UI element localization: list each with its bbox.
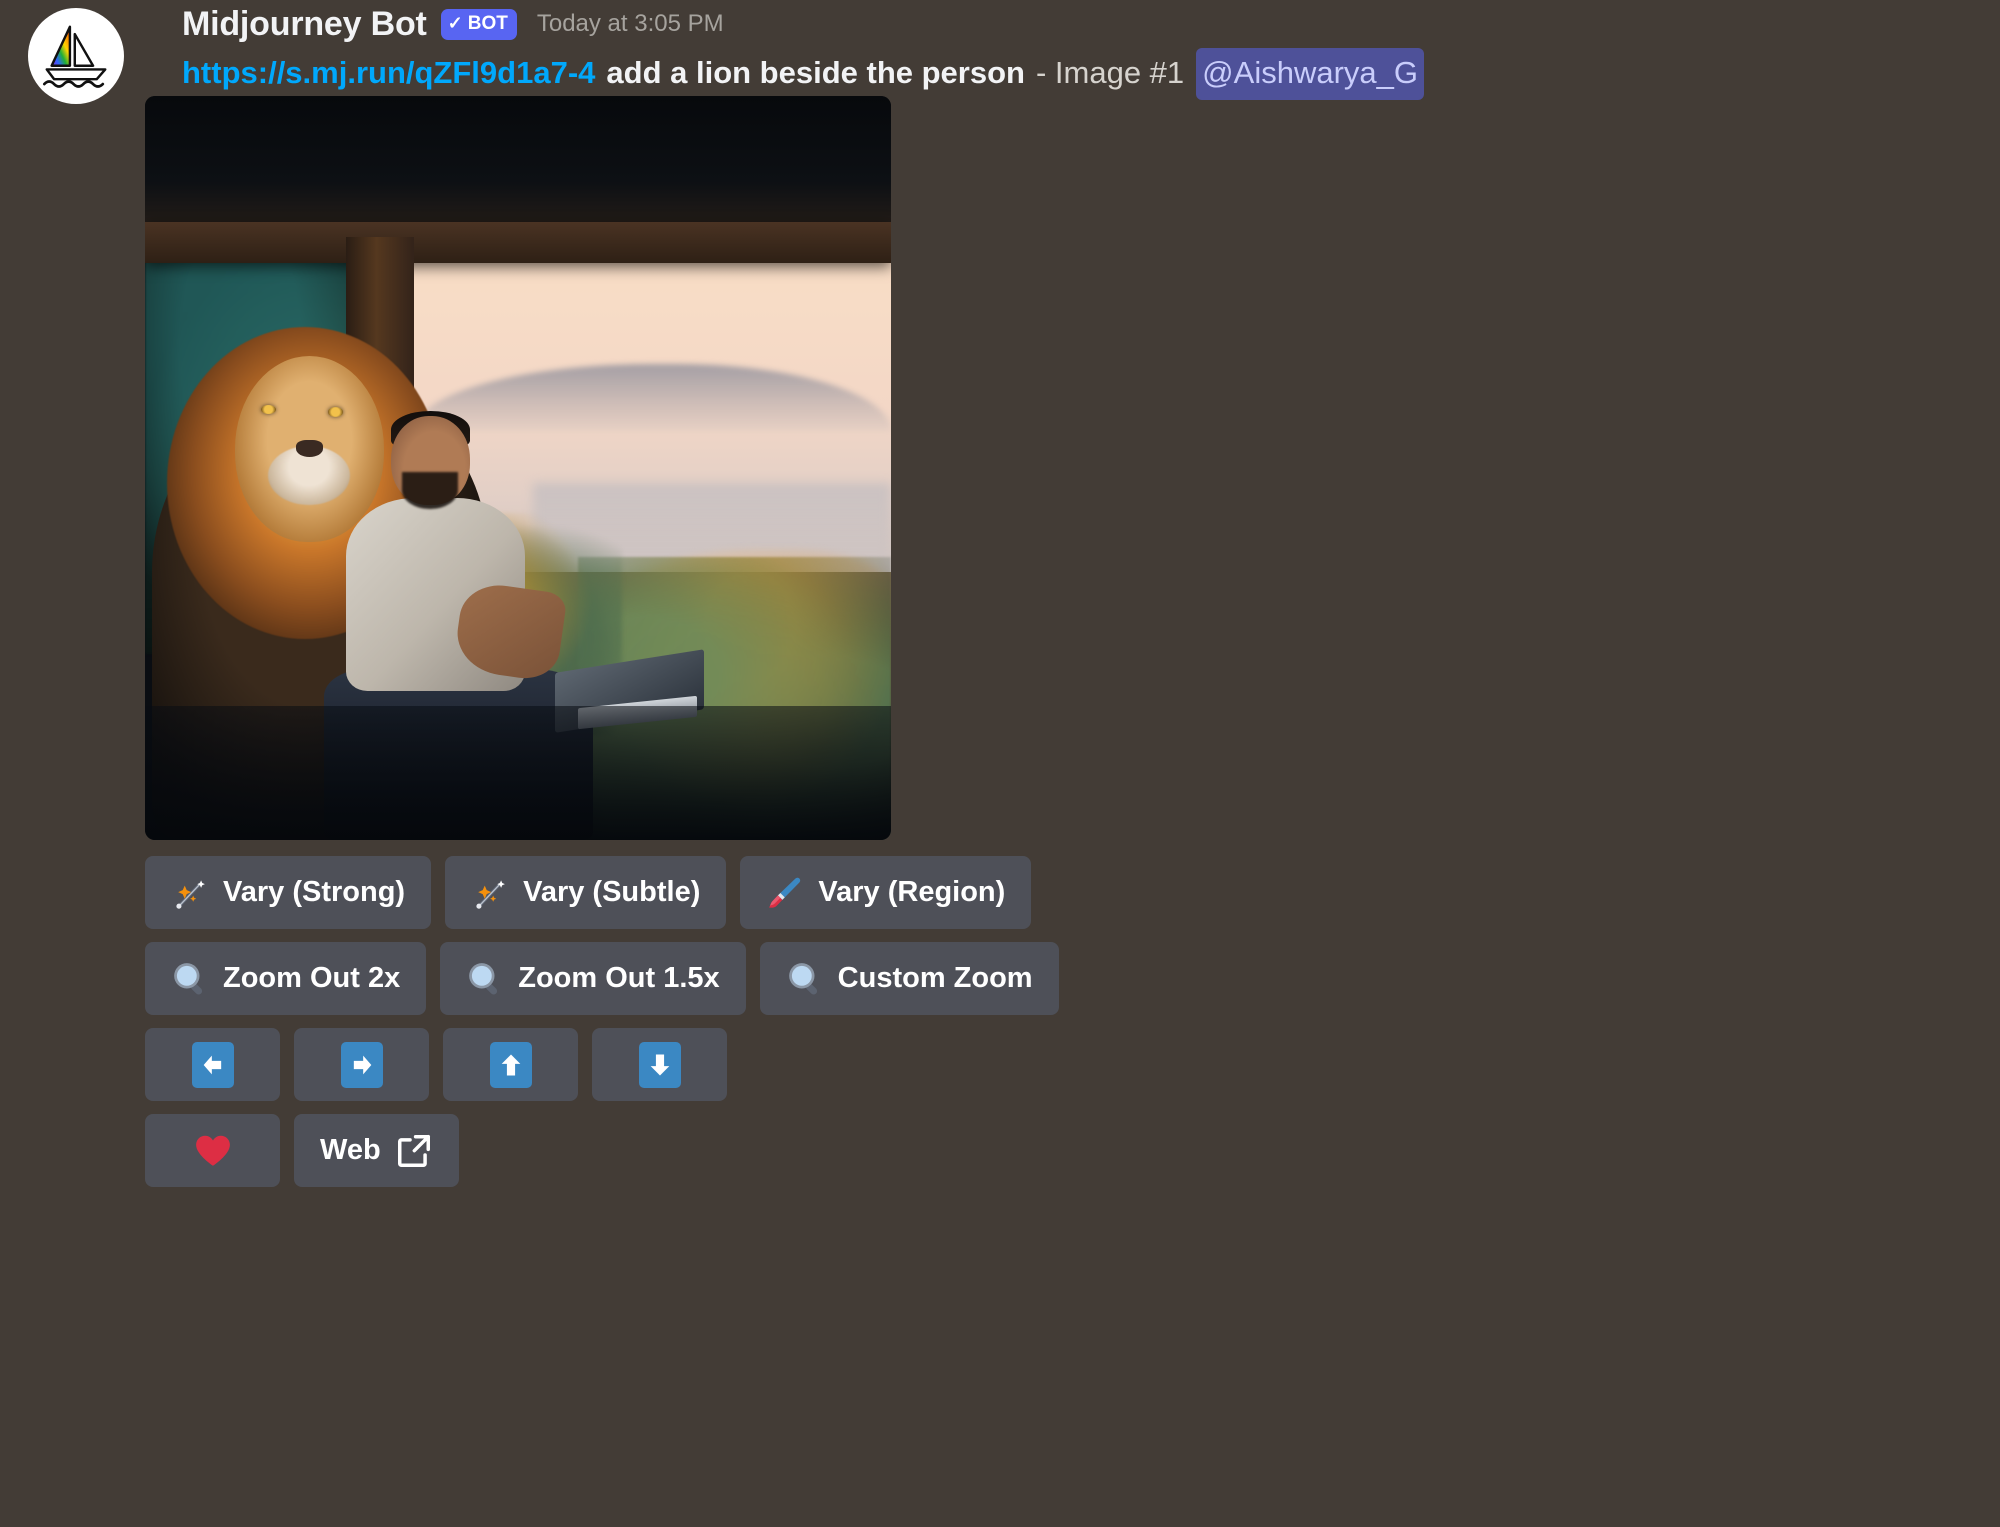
midjourney-sailboat-icon (37, 17, 115, 95)
discord-bot-message: Midjourney Bot ✓ BOT Today at 3:05 PM ht… (0, 0, 2000, 1527)
bot-badge-label: BOT (467, 12, 508, 34)
pan-up-button[interactable] (443, 1028, 578, 1101)
author-name[interactable]: Midjourney Bot (182, 4, 427, 44)
pan-right-button[interactable] (294, 1028, 429, 1101)
button-row-pan (145, 1028, 1059, 1101)
button-row-zoom: Zoom Out 2x Zoom Out 1.5x Custom Zoom (145, 942, 1059, 1015)
user-mention[interactable]: @Aishwarya_G (1196, 48, 1424, 100)
image-scene (145, 96, 891, 840)
favorite-button[interactable] (145, 1114, 280, 1187)
avatar[interactable] (28, 8, 124, 104)
magnifying-glass-icon (466, 960, 504, 998)
message-content: https://s.mj.run/qZFl9d1a7-4 add a lion … (182, 48, 1424, 100)
person-beard (402, 471, 459, 509)
button-label: Custom Zoom (837, 962, 1033, 994)
message-timestamp: Today at 3:05 PM (536, 10, 724, 37)
custom-zoom-button[interactable]: Custom Zoom (759, 942, 1059, 1015)
button-label: Zoom Out 1.5x (518, 962, 720, 994)
web-button[interactable]: Web (294, 1114, 459, 1187)
bot-badge: ✓ BOT (440, 8, 517, 40)
prompt-text: add a lion beside the person (606, 55, 1025, 90)
zoom-out-1-5x-button[interactable]: Zoom Out 1.5x (440, 942, 746, 1015)
arrow-left-icon (191, 1041, 234, 1088)
button-label: Vary (Strong) (223, 876, 406, 908)
button-label: Zoom Out 2x (223, 962, 401, 994)
generated-image[interactable] (145, 96, 891, 840)
sparkle-wand-icon (171, 874, 209, 912)
external-link-icon (395, 1132, 433, 1170)
action-buttons: Vary (Strong) Vary (Subtle) Vary (Region… (145, 856, 1059, 1187)
vary-strong-button[interactable]: Vary (Strong) (145, 856, 432, 929)
message-header: Midjourney Bot ✓ BOT Today at 3:05 PM (182, 4, 724, 44)
arrow-down-icon (638, 1041, 681, 1088)
lion-nose (295, 440, 323, 457)
image-index-label: - Image #1 (1035, 55, 1185, 90)
vary-subtle-button[interactable]: Vary (Subtle) (445, 856, 727, 929)
button-row-misc: Web (145, 1114, 1059, 1187)
zoom-out-2x-button[interactable]: Zoom Out 2x (145, 942, 427, 1015)
button-label: Vary (Subtle) (523, 876, 701, 908)
paintbrush-icon (766, 874, 804, 912)
button-row-vary: Vary (Strong) Vary (Subtle) Vary (Region… (145, 856, 1059, 929)
sparkle-wand-icon (471, 874, 509, 912)
arrow-right-icon (340, 1041, 383, 1088)
button-label: Web (320, 1134, 381, 1166)
button-label: Vary (Region) (818, 876, 1006, 908)
roof-beam (145, 222, 891, 264)
foreground-shadow (145, 706, 891, 840)
pan-down-button[interactable] (592, 1028, 727, 1101)
verified-check-icon: ✓ (447, 12, 463, 33)
pan-left-button[interactable] (145, 1028, 280, 1101)
arrow-up-icon (489, 1041, 532, 1088)
vary-region-button[interactable]: Vary (Region) (740, 856, 1032, 929)
lion-eye-right (327, 406, 344, 417)
heart-icon (194, 1132, 232, 1170)
mj-run-link[interactable]: https://s.mj.run/qZFl9d1a7-4 (182, 50, 595, 96)
magnifying-glass-icon (171, 960, 209, 998)
magnifying-glass-icon (786, 960, 824, 998)
